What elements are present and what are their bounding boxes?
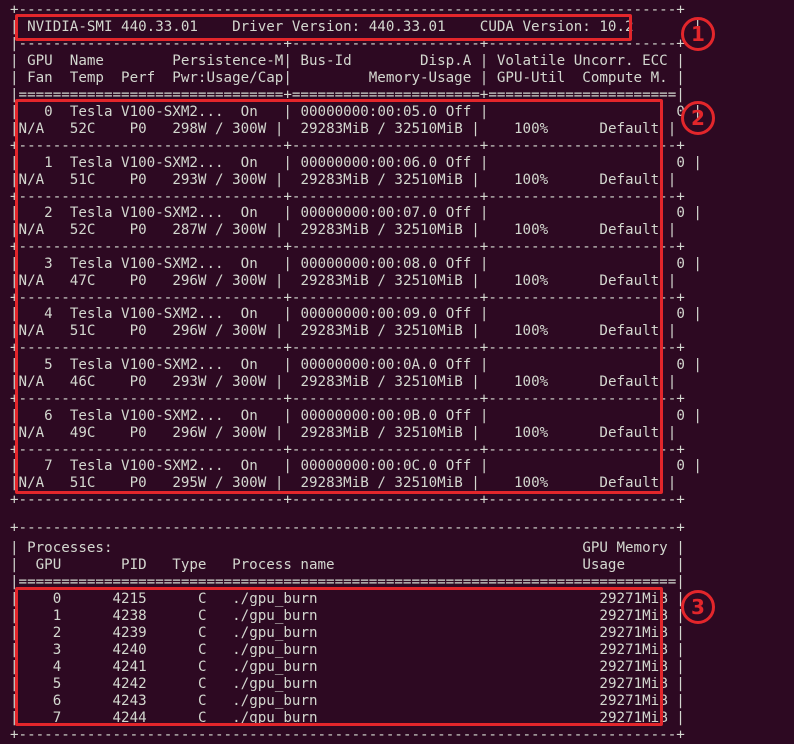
terminal-window: +---------------------------------------… [0, 0, 794, 743]
proc-header-pid: PID [121, 557, 147, 573]
gpu-ecc: 0 [676, 255, 685, 272]
gpu-ecc: 0 [676, 306, 685, 323]
annotation-badge-1: 1 [681, 17, 715, 51]
column-header-2: Fan Temp Perf Pwr:Usage/Cap| Memory-Usag… [27, 70, 668, 86]
column-header-line-1: | GPU Name Persistence-M| Bus-Id Disp.A … [10, 53, 685, 69]
proc-header-line: | GPU PID Type Process name Usage | [10, 557, 685, 573]
highlight-box-3 [15, 587, 663, 726]
proc-border-top: +---------------------------------------… [10, 520, 685, 536]
gpu-ecc: 0 [676, 458, 685, 475]
highlight-box-2 [15, 99, 663, 494]
gpu-ecc: 0 [676, 205, 685, 222]
column-header-line-2: | Fan Temp Perf Pwr:Usage/Cap| Memory-Us… [10, 70, 685, 86]
annotation-badge-3: 3 [681, 590, 715, 624]
proc-border-bottom: +---------------------------------------… [10, 727, 685, 743]
annotation-badge-2: 2 [681, 101, 715, 135]
gpu-ecc: 0 [676, 407, 685, 424]
processes-title: Processes: [27, 540, 113, 556]
gpu-ecc: 0 [676, 357, 685, 373]
column-header-1: GPU Name Persistence-M| Bus-Id Disp.A | … [27, 53, 668, 69]
proc-header-gpu: GPU [35, 557, 62, 573]
proc-header-usage: Usage [582, 557, 626, 573]
proc-title-line: | Processes: GPU Memory | [10, 540, 685, 556]
gpu-table-border-bottom: +-------------------------------+-------… [10, 492, 685, 509]
gpu-ecc: 0 [676, 154, 685, 171]
proc-header-type: Type [172, 557, 207, 573]
gpu-memory-header: GPU Memory [582, 540, 668, 556]
proc-header-name: Process name [232, 557, 335, 573]
highlight-box-1 [15, 14, 632, 41]
